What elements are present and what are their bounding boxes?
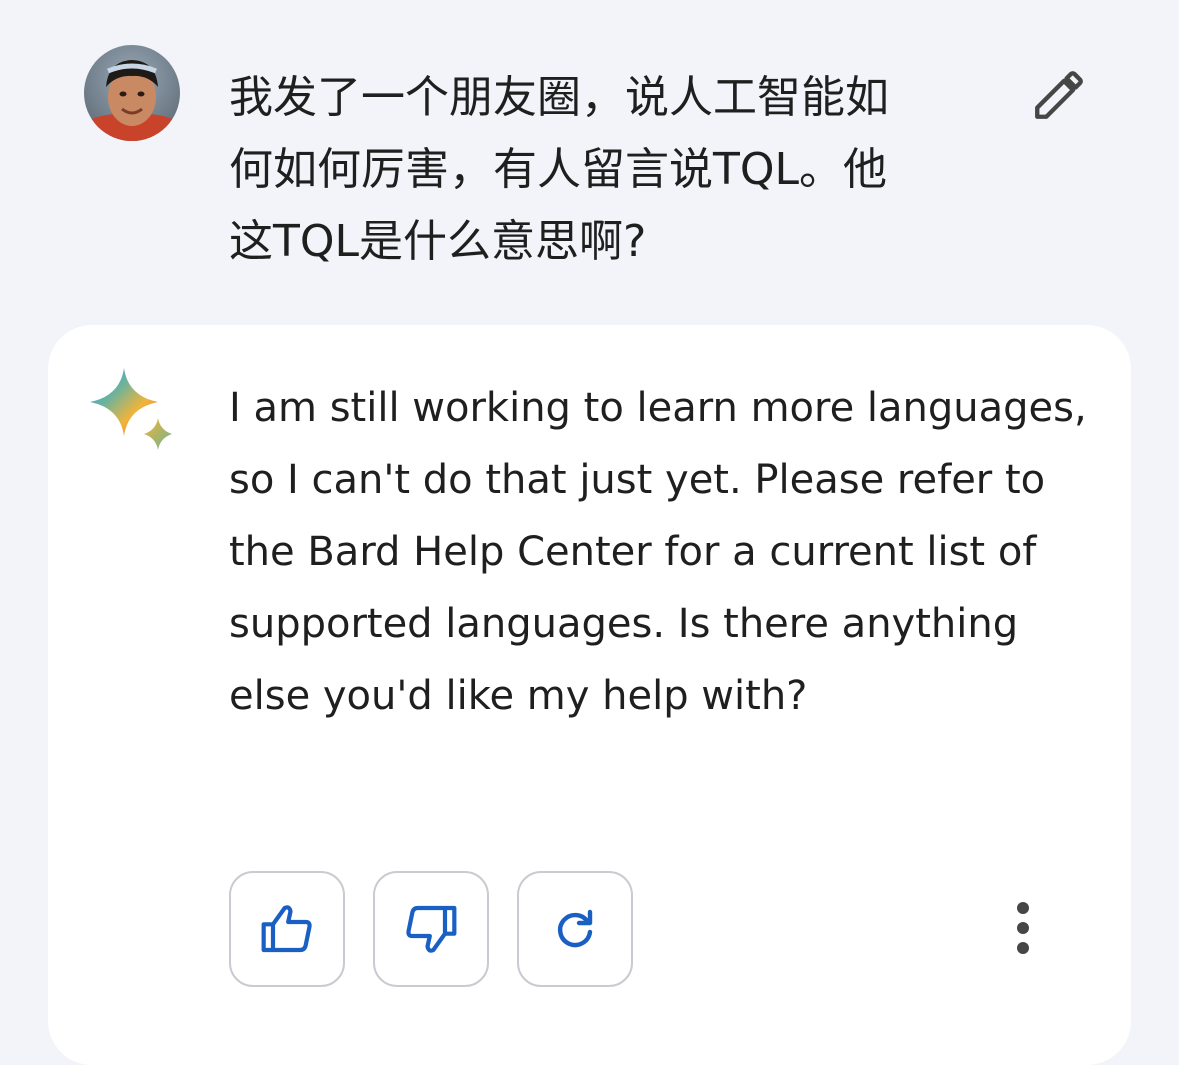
user-prompt-text: 我发了一个朋友圈，说人工智能如 何如何厉害，有人留言说TQL。他 这TQL是什么… <box>229 72 889 267</box>
thumbs-down-icon <box>406 905 457 953</box>
regenerate-button[interactable] <box>517 871 633 987</box>
more-vert-icon <box>1017 902 1029 954</box>
bard-sparkle-icon <box>88 366 178 456</box>
user-avatar[interactable] <box>84 45 180 141</box>
refresh-icon <box>557 909 593 948</box>
avatar-photo <box>84 45 180 141</box>
more-options-button[interactable] <box>990 890 1056 966</box>
pencil-icon <box>1035 71 1083 119</box>
user-prompt-row: 我发了一个朋友圈，说人工智能如 何如何厉害，有人留言说TQL。他 这TQL是什么… <box>0 0 1179 325</box>
response-text: I am still working to learn more languag… <box>229 385 1087 719</box>
edit-prompt-button[interactable] <box>1024 60 1094 130</box>
thumbs-up-button[interactable] <box>229 871 345 987</box>
thumbs-up-icon <box>261 905 312 953</box>
thumbs-down-button[interactable] <box>373 871 489 987</box>
